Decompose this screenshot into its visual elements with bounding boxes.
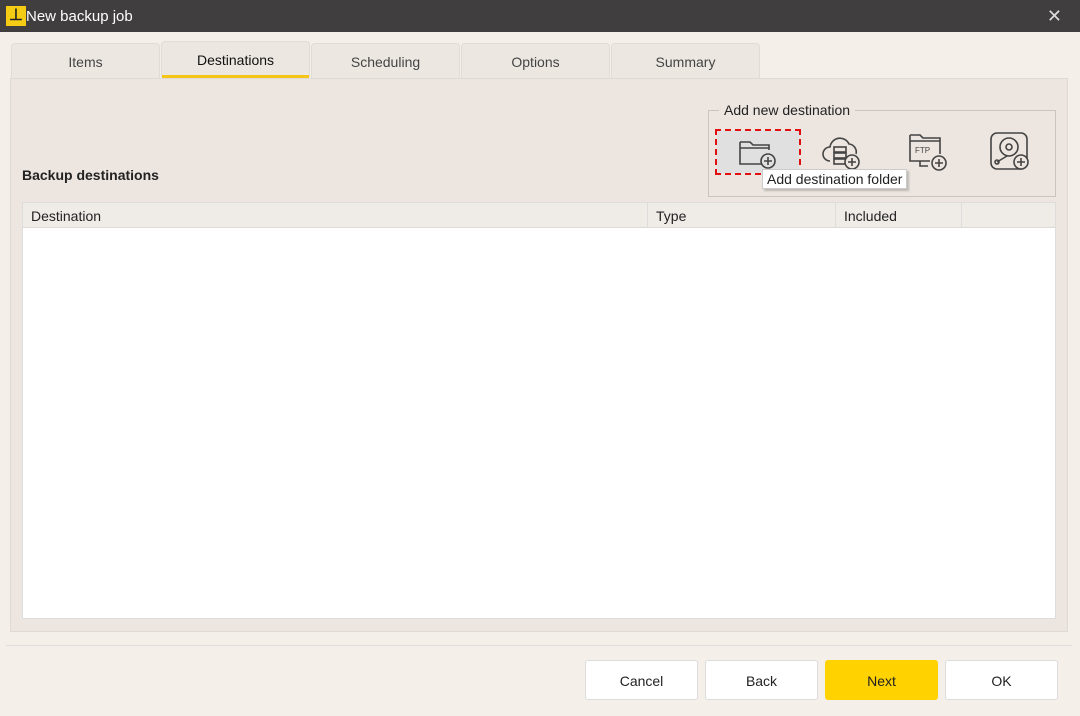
disk-add-icon [990,132,1029,170]
column-type[interactable]: Type [648,203,836,227]
tab-destinations[interactable]: Destinations [161,41,310,78]
column-extra [962,203,1055,227]
tab-summary[interactable]: Summary [611,43,760,79]
cloud-server-add-icon [822,137,860,170]
tab-scheduling[interactable]: Scheduling [311,43,460,79]
add-folder-button[interactable] [715,129,801,175]
table-header: Destination Type Included [23,203,1055,228]
close-button[interactable]: ✕ [1047,6,1062,27]
tooltip: Add destination folder [762,169,908,189]
title-bar: ⊥ New backup job ✕ [0,0,1080,32]
folder-add-icon [739,141,776,169]
add-ftp-button[interactable]: FTP [887,131,969,173]
add-disk-button[interactable] [969,131,1051,173]
tab-items[interactable]: Items [11,43,160,79]
back-button[interactable]: Back [705,660,818,700]
column-destination[interactable]: Destination [23,203,648,227]
group-label: Add new destination [719,102,856,118]
ok-button[interactable]: OK [945,660,1058,700]
app-logo-icon: ⊥ [6,6,26,26]
ftp-folder-add-icon: FTP [909,134,947,171]
add-cloud-button[interactable] [801,131,883,173]
divider [6,645,1072,646]
section-title: Backup destinations [22,167,159,183]
column-included[interactable]: Included [836,203,962,227]
next-button[interactable]: Next [825,660,938,700]
window-title: New backup job [26,8,133,25]
svg-text:FTP: FTP [915,146,930,155]
tab-options[interactable]: Options [461,43,610,79]
cancel-button[interactable]: Cancel [585,660,698,700]
destinations-table[interactable]: Destination Type Included [22,202,1056,619]
